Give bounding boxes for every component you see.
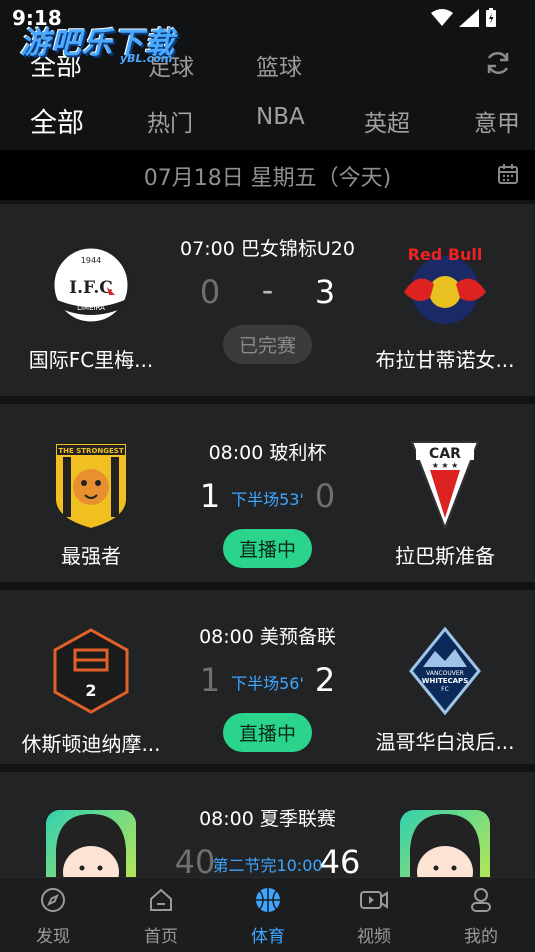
status-icons <box>431 8 497 28</box>
vancouver-whitecaps-crest-icon: VANCOUVER WHITECAPS FC <box>409 627 481 715</box>
crest-text: Red Bull <box>408 245 483 264</box>
nav-home[interactable]: 首页 <box>121 886 201 947</box>
match-card[interactable]: THE STRONGEST 最强者 08:00 玻利杯 1 下半场53' 0 直… <box>0 404 535 582</box>
match-time-league: 08:00 玻利杯 <box>208 442 327 464</box>
nav-label: 体育 <box>251 927 285 947</box>
limeira-crest-icon: 1944 I.F.C LIMEIRA <box>51 245 131 325</box>
away-score: 0 <box>314 477 336 515</box>
match-card[interactable]: 2 休斯顿迪纳摩... 08:00 美预备联 1 下半场56' 2 直播中 VA… <box>0 590 535 764</box>
team-logo: THE STRONGEST <box>46 440 136 531</box>
score-separator: - <box>261 271 274 309</box>
crest-text: CAR <box>429 446 461 462</box>
calendar-icon[interactable] <box>497 163 519 185</box>
crest-text: THE STRONGEST <box>58 447 123 455</box>
nav-label: 我的 <box>464 927 498 947</box>
match-time-league: 08:00 美预备联 <box>199 626 336 648</box>
team-name: 休斯顿迪纳摩... <box>21 732 161 756</box>
wifi-icon <box>431 9 453 26</box>
date-bar: 07月18日 星期五（今天) <box>0 150 535 200</box>
crest-year: 1944 <box>81 256 101 265</box>
live-button[interactable]: 直播中 <box>222 529 312 568</box>
team-name: 温哥华白浪后... <box>375 730 515 754</box>
tab-premier-league[interactable]: 英超 <box>364 104 410 138</box>
team-name: 最强者 <box>61 544 121 568</box>
nav-label: 发现 <box>36 927 70 947</box>
away-score: 2 <box>314 661 336 699</box>
crest-subtext: LIMEIRA <box>77 304 105 312</box>
away-team[interactable]: Red Bull 布拉甘蒂诺女... <box>360 240 530 373</box>
car-crest-icon: CAR ★ ★ ★ <box>410 441 480 530</box>
away-team[interactable]: VANCOUVER WHITECAPS FC 温哥华白浪后... <box>360 626 530 755</box>
team-logo: Red Bull <box>400 240 490 330</box>
home-team[interactable]: 1944 I.F.C LIMEIRA 国际FC里梅... <box>6 240 176 373</box>
houston-dynamo-crest-icon: 2 <box>53 628 129 714</box>
tab-hot[interactable]: 热门 <box>147 104 193 138</box>
match-time-league: 08:00 夏季联赛 <box>199 808 336 830</box>
crest-text: I.F.C <box>69 278 113 298</box>
tab-nba[interactable]: NBA <box>256 104 305 130</box>
date-label: 07月18日 星期五（今天) <box>143 166 392 191</box>
team-logo: CAR ★ ★ ★ <box>400 440 490 530</box>
nav-discover[interactable]: 发现 <box>13 886 93 947</box>
away-team[interactable]: CAR ★ ★ ★ 拉巴斯准备 <box>360 440 530 569</box>
nav-video[interactable]: 视频 <box>334 886 414 947</box>
watermark-logo: 游吧乐下载 yBL.com <box>20 18 175 65</box>
red-bull-crest-icon: Red Bull <box>404 245 486 324</box>
match-card[interactable]: 08:00 夏季联赛 40 第二节完10:00 46 <box>0 772 535 900</box>
league-tabs: 全部 热门 NBA 英超 意甲 <box>0 98 535 146</box>
team-name: 国际FC里梅... <box>28 348 154 372</box>
away-score: 3 <box>314 273 336 311</box>
battery-icon <box>486 8 496 27</box>
live-button[interactable]: 直播中 <box>222 713 312 752</box>
score-row: 0 - 3 <box>165 271 370 317</box>
crest-text: WHITECAPS <box>422 677 468 685</box>
home-team[interactable]: 2 休斯顿迪纳摩... <box>6 626 176 757</box>
score-row: 1 下半场53' 0 <box>165 477 370 521</box>
match-info: 07:00 巴女锦标U20 0 - 3 已完赛 <box>165 234 370 364</box>
team-name: 布拉甘蒂诺女... <box>375 348 515 372</box>
nav-label: 首页 <box>144 927 178 947</box>
the-strongest-crest-icon: THE STRONGEST <box>54 442 128 531</box>
team-logo: 2 <box>46 626 136 716</box>
video-icon <box>360 891 388 909</box>
match-info: 08:00 玻利杯 1 下半场53' 0 直播中 <box>165 438 370 568</box>
team-logo: VANCOUVER WHITECAPS FC <box>400 626 490 716</box>
tab-league-all[interactable]: 全部 <box>30 101 84 140</box>
home-team[interactable]: THE STRONGEST 最强者 <box>6 440 176 569</box>
svg-text:★ ★ ★: ★ ★ ★ <box>432 461 459 470</box>
finished-badge: 已完赛 <box>222 325 312 364</box>
refresh-icon[interactable] <box>483 48 513 78</box>
match-time-league: 07:00 巴女锦标U20 <box>180 238 355 260</box>
nav-sports[interactable]: 体育 <box>228 886 308 947</box>
basketball-icon <box>256 888 280 912</box>
match-card[interactable]: 1944 I.F.C LIMEIRA 国际FC里梅... 07:00 巴女锦标U… <box>0 204 535 396</box>
compass-icon <box>41 888 65 912</box>
match-info: 08:00 美预备联 1 下半场56' 2 直播中 <box>165 622 370 752</box>
match-info: 08:00 夏季联赛 40 第二节完10:00 46 <box>165 804 370 887</box>
nav-profile[interactable]: 我的 <box>441 886 521 947</box>
crest-text: FC <box>441 686 449 693</box>
home-score: 0 <box>199 273 221 311</box>
team-name: 拉巴斯准备 <box>395 544 495 568</box>
signal-icon <box>459 9 479 27</box>
bottom-navigation: 发现 首页 体育 视频 我的 <box>0 877 535 952</box>
profile-icon <box>471 888 491 912</box>
tab-serie-a[interactable]: 意甲 <box>474 104 520 138</box>
watermark-subtext: yBL.com <box>120 52 173 65</box>
crest-text: VANCOUVER <box>426 670 464 677</box>
home-icon <box>150 888 172 911</box>
score-row: 1 下半场56' 2 <box>165 661 370 705</box>
nav-label: 视频 <box>357 927 391 947</box>
team-logo: 1944 I.F.C LIMEIRA <box>46 240 136 330</box>
tab-basketball[interactable]: 篮球 <box>256 48 302 82</box>
crest-text: 2 <box>85 681 96 700</box>
